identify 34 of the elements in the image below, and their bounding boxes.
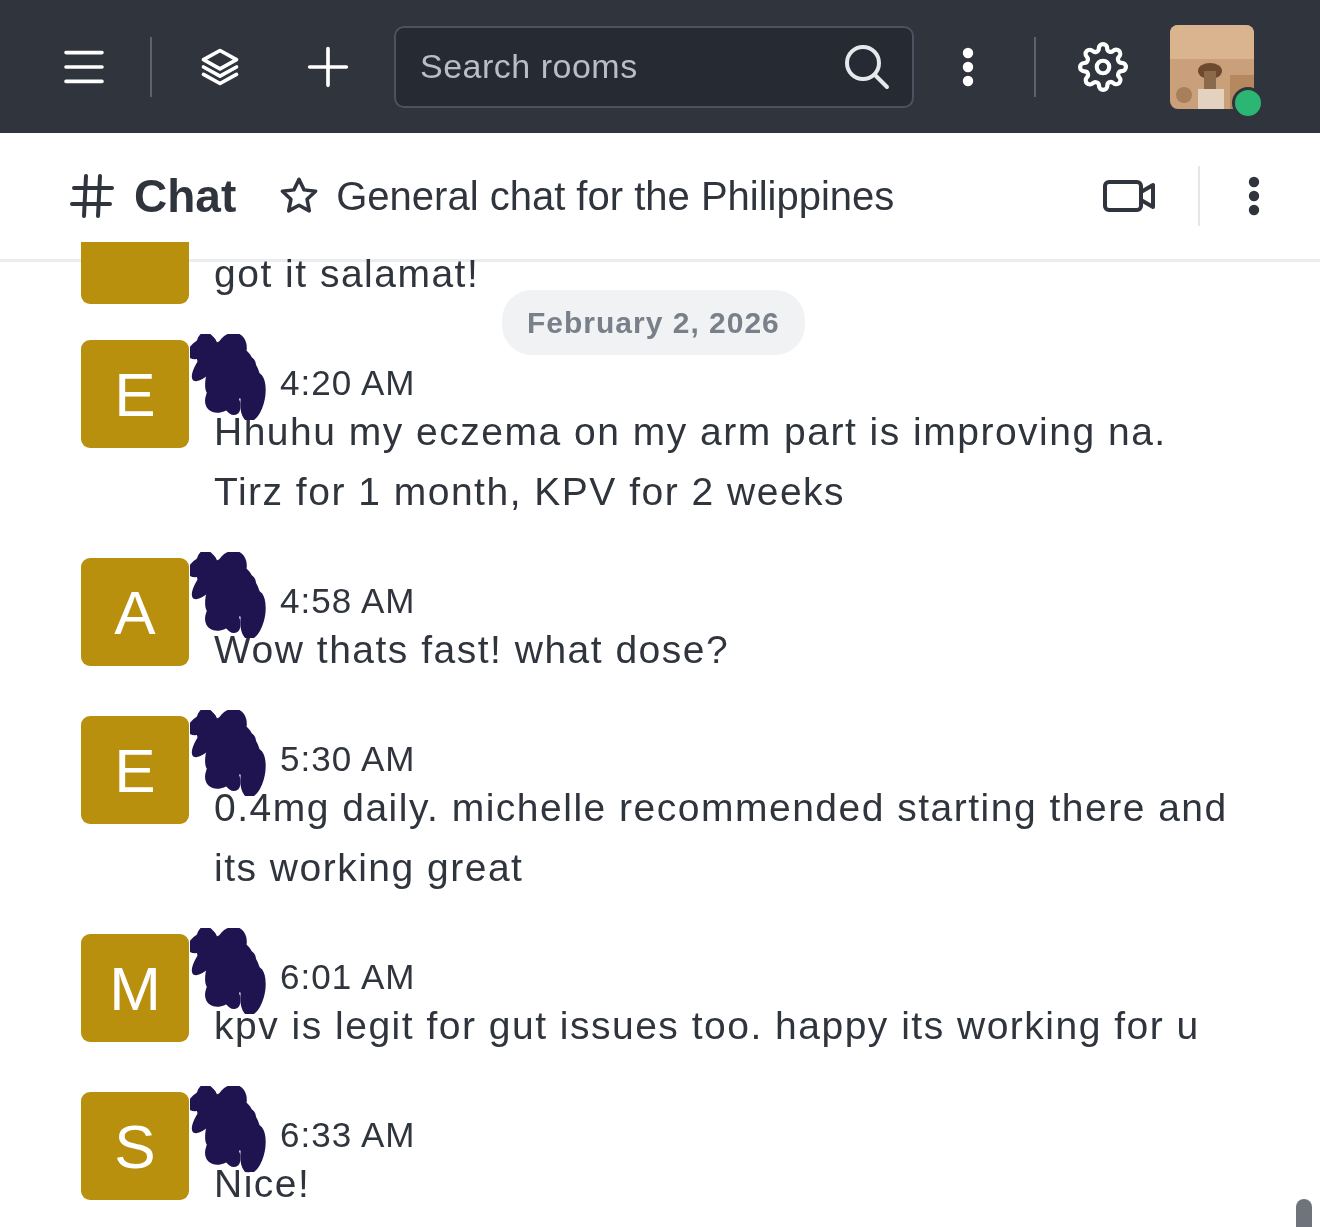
message-time: 4:58 AM [280,583,416,618]
search-field[interactable]: Search rooms [394,25,914,108]
video-camera-icon [1102,178,1158,214]
menu-button[interactable] [62,48,106,85]
scrollbar-thumb[interactable] [1296,1199,1312,1227]
user-avatar[interactable]: E [81,716,189,824]
user-avatar[interactable]: A [81,558,189,666]
message-text: Wow thats fast! what dose? [214,627,731,673]
room-menu-button[interactable] [1248,176,1260,216]
message-text: kpv is legit for gut issues too. happy its working for u [214,1003,1201,1049]
channel-hash-icon [68,172,116,220]
settings-button[interactable] [1078,41,1128,92]
kebab-icon [1248,176,1260,216]
user-avatar[interactable]: E [81,340,189,448]
message-time: 6:33 AM [280,1117,416,1152]
message-text: Hhuhu my eczema on my arm part is improving na. Tirz for 1 month, KPV for 2 weeks [214,409,1168,515]
room-topic: General chat for the Philippines [336,173,895,220]
user-avatar[interactable]: S [81,1092,189,1200]
message-text: 0.4mg daily. michelle recommended starting there and its working great [214,785,1229,891]
message-text: Nice! [214,1161,312,1207]
message-time: 6:01 AM [280,959,416,994]
user-avatar[interactable]: M [81,934,189,1042]
more-button[interactable] [962,46,974,87]
video-call-button[interactable] [1102,178,1158,214]
kebab-icon [962,46,974,87]
message-time: 5:30 AM [280,741,416,776]
room-name: Chat [134,168,237,224]
new-button[interactable] [306,44,350,89]
message-text: got it salamat! [214,251,481,297]
settings-icon [1078,41,1128,92]
plus-icon [306,44,350,89]
message-time: 4:20 AM [280,365,416,400]
date-divider: February 2, 2026 [502,290,805,355]
menu-icon [62,48,106,85]
